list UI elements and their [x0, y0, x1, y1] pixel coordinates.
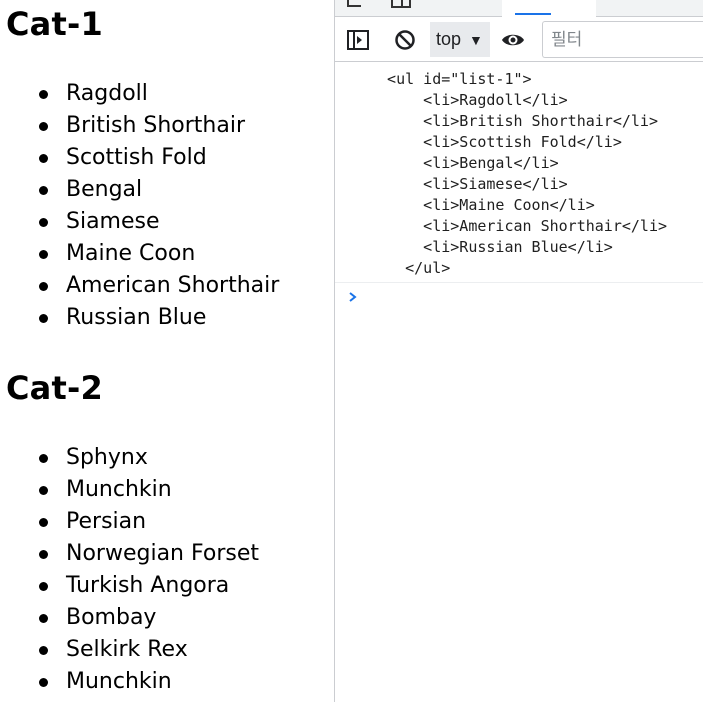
list-item: Turkish Angora — [0, 570, 259, 602]
code-line: <li>American Shorthair</li> — [369, 217, 668, 235]
list-item: Munchkin — [0, 474, 259, 506]
code-line: <li>British Shorthair</li> — [369, 112, 658, 130]
code-line: </ul> — [369, 259, 451, 277]
code-line: <li>Russian Blue</li> — [369, 238, 613, 256]
code-line: <li>Siamese</li> — [369, 175, 568, 193]
cat-2-heading: Cat-2 — [6, 369, 103, 407]
rendered-page: Cat-1 Ragdoll British Shorthair Scottish… — [0, 0, 334, 702]
context-label: top — [436, 29, 462, 49]
list-item: Bengal — [0, 174, 279, 206]
execution-context-select[interactable]: top ▼ — [430, 22, 490, 57]
inspect-element-icon[interactable] — [347, 0, 361, 7]
list-item: Sphynx — [0, 442, 259, 474]
code-line: <li>Ragdoll</li> — [369, 91, 568, 109]
list-item: British Shorthair — [0, 110, 279, 142]
list-item: Siamese — [0, 206, 279, 238]
code-line: <li>Bengal</li> — [369, 154, 559, 172]
list-item: Munchkin — [0, 666, 259, 698]
live-expression-eye-icon[interactable] — [500, 27, 526, 53]
device-toolbar-icon[interactable] — [391, 0, 411, 8]
caret-down-icon: ▼ — [469, 31, 483, 48]
console-sidebar-icon[interactable] — [345, 27, 371, 53]
chevron-right-prompt-icon[interactable] — [346, 289, 360, 303]
list-item: Russian Blue — [0, 302, 279, 334]
tab-console[interactable] — [502, 0, 596, 17]
code-line: <li>Scottish Fold</li> — [369, 133, 622, 151]
list-item: Norwegian Forset — [0, 538, 259, 570]
cat-2-list: Sphynx Munchkin Persian Norwegian Forset… — [0, 442, 259, 698]
console-filter-input[interactable] — [542, 21, 703, 58]
list-item: Scottish Fold — [0, 142, 279, 174]
code-line: <ul id="list-1"> — [369, 70, 532, 88]
code-line: <li>Maine Coon</li> — [369, 196, 595, 214]
list-item: Ragdoll — [0, 78, 279, 110]
list-item: Selkirk Rex — [0, 634, 259, 666]
devtools-tab-strip — [335, 0, 703, 17]
console-toolbar: top ▼ — [335, 18, 703, 62]
console-output: <ul id="list-1"> <li>Ragdoll</li> <li>Br… — [335, 63, 703, 302]
list-item: American Shorthair — [0, 270, 279, 302]
cat-1-list: Ragdoll British Shorthair Scottish Fold … — [0, 78, 279, 334]
clear-console-icon[interactable] — [392, 27, 418, 53]
list-item: Persian — [0, 506, 259, 538]
list-item: Maine Coon — [0, 238, 279, 270]
console-message[interactable]: <ul id="list-1"> <li>Ragdoll</li> <li>Br… — [335, 63, 703, 283]
list-item: Bombay — [0, 602, 259, 634]
cat-1-heading: Cat-1 — [6, 5, 103, 43]
devtools-panel: top ▼ <ul id="list-1"> <li>Ragdoll</li> … — [335, 0, 703, 702]
browser-window: Cat-1 Ragdoll British Shorthair Scottish… — [0, 0, 703, 702]
